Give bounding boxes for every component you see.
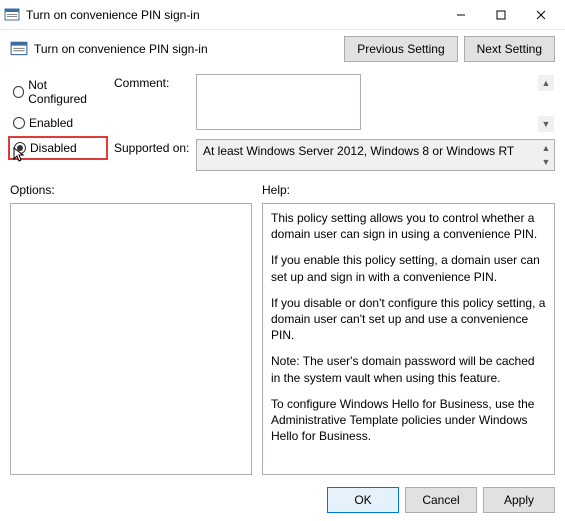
- titlebar: Turn on convenience PIN sign-in: [0, 0, 565, 30]
- radio-label: Disabled: [30, 141, 77, 155]
- ok-button[interactable]: OK: [327, 487, 399, 513]
- radio-disabled[interactable]: Disabled: [8, 136, 108, 160]
- options-label: Options:: [10, 183, 252, 197]
- header-row: Turn on convenience PIN sign-in Previous…: [0, 30, 565, 72]
- maximize-button[interactable]: [481, 1, 521, 29]
- minimize-button[interactable]: [441, 1, 481, 29]
- policy-title: Turn on convenience PIN sign-in: [34, 42, 338, 56]
- cancel-button[interactable]: Cancel: [405, 487, 477, 513]
- config-area: Not Configured Enabled Disabled Comment:…: [0, 72, 565, 175]
- comment-input[interactable]: [196, 74, 361, 130]
- radio-not-configured[interactable]: Not Configured: [10, 76, 106, 108]
- help-label: Help:: [262, 183, 555, 197]
- apply-button[interactable]: Apply: [483, 487, 555, 513]
- supported-value: At least Windows Server 2012, Windows 8 …: [203, 144, 514, 158]
- comment-label: Comment:: [114, 74, 190, 133]
- help-paragraph: This policy setting allows you to contro…: [271, 210, 546, 242]
- next-setting-button[interactable]: Next Setting: [464, 36, 555, 62]
- supported-row: Supported on: At least Windows Server 20…: [114, 139, 555, 171]
- help-paragraph: Note: The user's domain password will be…: [271, 353, 546, 385]
- previous-setting-button[interactable]: Previous Setting: [344, 36, 457, 62]
- app-icon: [4, 7, 20, 23]
- options-column: Options:: [10, 183, 252, 475]
- state-radio-group: Not Configured Enabled Disabled: [10, 74, 106, 171]
- help-paragraph: To configure Windows Hello for Business,…: [271, 396, 546, 445]
- help-paragraph: If you disable or don't configure this p…: [271, 295, 546, 344]
- radio-label: Enabled: [29, 116, 73, 130]
- radio-icon: [13, 117, 25, 129]
- dialog-footer: OK Cancel Apply: [327, 487, 555, 513]
- radio-icon: [14, 142, 26, 154]
- radio-enabled[interactable]: Enabled: [10, 114, 106, 132]
- help-panel[interactable]: This policy setting allows you to contro…: [262, 203, 555, 475]
- scroll-down-icon[interactable]: ▼: [538, 154, 554, 170]
- close-button[interactable]: [521, 1, 561, 29]
- lower-area: Options: Help: This policy setting allow…: [0, 175, 565, 475]
- scroll-up-icon[interactable]: ▲: [538, 75, 554, 91]
- cursor-icon: [13, 147, 27, 166]
- scroll-down-icon[interactable]: ▼: [538, 116, 554, 132]
- radio-label: Not Configured: [28, 78, 103, 106]
- help-column: Help: This policy setting allows you to …: [262, 183, 555, 475]
- policy-icon: [10, 40, 28, 58]
- comment-row: Comment: ▲ ▼: [114, 74, 555, 133]
- options-panel: [10, 203, 252, 475]
- radio-icon: [13, 86, 24, 98]
- fields: Comment: ▲ ▼ Supported on: At least Wind…: [114, 74, 555, 171]
- supported-label: Supported on:: [114, 139, 190, 171]
- supported-on-text: At least Windows Server 2012, Windows 8 …: [196, 139, 555, 171]
- window-title: Turn on convenience PIN sign-in: [26, 8, 441, 22]
- help-paragraph: If you enable this policy setting, a dom…: [271, 252, 546, 284]
